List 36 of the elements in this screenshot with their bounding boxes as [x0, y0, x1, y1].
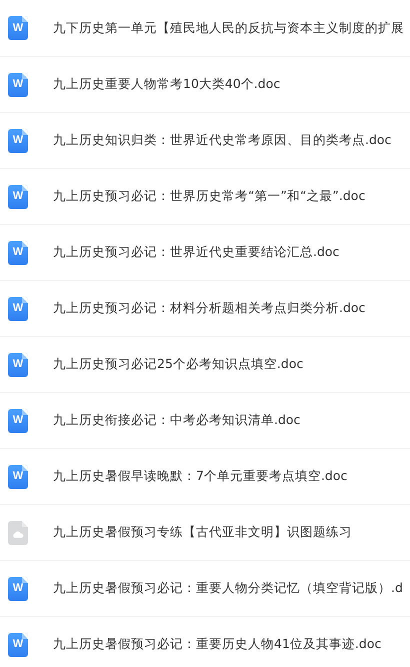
- word-document-icon: W: [8, 128, 28, 152]
- file-row[interactable]: W 九上历史知识归类：世界近代史常考原因、目的类考点.doc: [0, 113, 410, 169]
- word-document-icon: W: [8, 16, 28, 40]
- file-name: 九上历史预习必记：世界历史常考“第一”和“之最”.doc: [53, 188, 366, 205]
- word-document-icon: W: [8, 296, 28, 320]
- file-row[interactable]: W 九上历史暑假早读晚默：7个单元重要考点填空.doc: [0, 449, 410, 505]
- word-document-icon: W: [8, 464, 28, 488]
- word-document-icon: W: [8, 240, 28, 264]
- file-row[interactable]: W 九上历史预习必记：材料分析题相关考点归类分析.doc: [0, 281, 410, 337]
- file-name: 九上历史暑假预习专练【古代亚非文明】识图题练习: [53, 524, 352, 541]
- word-document-icon: W: [8, 352, 28, 376]
- file-name: 九上历史预习必记25个必考知识点填空.doc: [53, 356, 304, 373]
- file-name: 九上历史预习必记：材料分析题相关考点归类分析.doc: [53, 300, 366, 317]
- file-name: 九上历史暑假早读晚默：7个单元重要考点填空.doc: [53, 468, 348, 485]
- word-document-icon: W: [8, 72, 28, 96]
- file-name: 九上历史知识归类：世界近代史常考原因、目的类考点.doc: [53, 132, 392, 149]
- file-row[interactable]: W 九上历史衔接必记：中考必考知识清单.doc: [0, 393, 410, 449]
- word-document-icon: W: [8, 632, 28, 656]
- word-document-icon: W: [8, 408, 28, 432]
- file-name: 九上历史暑假预习必记：重要历史人物41位及其事迹.doc: [53, 636, 382, 653]
- file-name: 九上历史暑假预习必记：重要人物分类记忆（填空背记版）.d: [53, 580, 403, 597]
- file-name: 九上历史衔接必记：中考必考知识清单.doc: [53, 412, 300, 429]
- word-document-icon: W: [8, 576, 28, 600]
- file-row[interactable]: W 九上历史暑假预习必记：重要人物分类记忆（填空背记版）.d: [0, 561, 410, 617]
- file-row[interactable]: W 九下历史第一单元【殖民地人民的反抗与资本主义制度的扩展: [0, 0, 410, 57]
- file-row[interactable]: W 九上历史暑假预习必记：重要历史人物41位及其事迹.doc: [0, 617, 410, 667]
- file-name: 九上历史重要人物常考10大类40个.doc: [53, 76, 280, 93]
- file-name: 九上历史预习必记：世界近代史重要结论汇总.doc: [53, 244, 340, 261]
- file-name: 九下历史第一单元【殖民地人民的反抗与资本主义制度的扩展: [53, 20, 404, 36]
- file-row[interactable]: W 九上历史预习必记：世界近代史重要结论汇总.doc: [0, 225, 410, 281]
- word-document-icon: W: [8, 184, 28, 208]
- cloud-file-icon: [8, 520, 28, 544]
- file-row[interactable]: W 九上历史预习必记：世界历史常考“第一”和“之最”.doc: [0, 169, 410, 225]
- file-row[interactable]: W 九上历史重要人物常考10大类40个.doc: [0, 57, 410, 113]
- file-row[interactable]: 九上历史暑假预习专练【古代亚非文明】识图题练习: [0, 505, 410, 561]
- file-row[interactable]: W 九上历史预习必记25个必考知识点填空.doc: [0, 337, 410, 393]
